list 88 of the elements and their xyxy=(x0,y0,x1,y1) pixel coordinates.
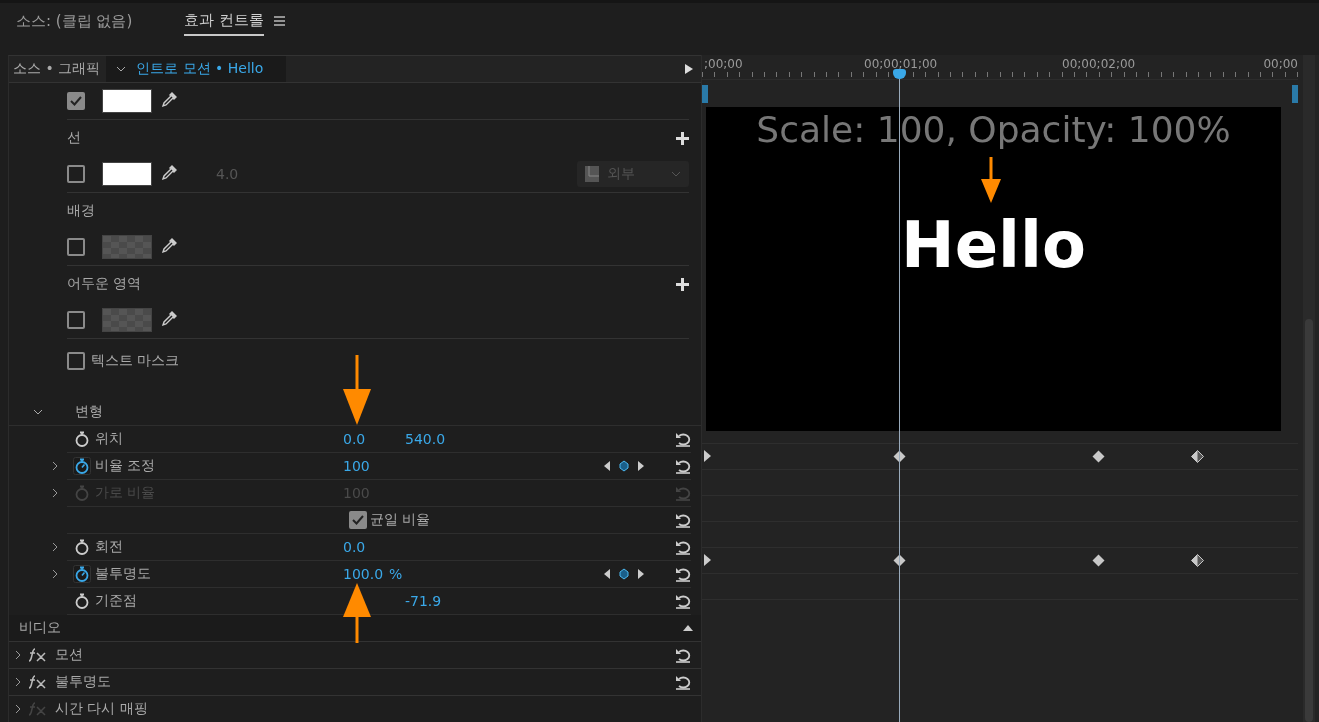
reset-icon[interactable] xyxy=(675,512,691,528)
expand-icon[interactable] xyxy=(15,704,21,714)
property-value[interactable]: 540.0 xyxy=(405,431,446,447)
section-label: 비디오 xyxy=(19,619,61,637)
checkbox[interactable] xyxy=(349,511,367,529)
reset-icon[interactable] xyxy=(675,647,691,663)
stopwatch-icon[interactable] xyxy=(73,565,91,583)
time-ruler[interactable]: ;00;00 00;00;01;00 00;00;02;00 00;00 xyxy=(702,55,1298,80)
checkbox[interactable] xyxy=(67,352,85,370)
fx-icon[interactable] xyxy=(29,675,47,689)
out-point-marker[interactable] xyxy=(1292,84,1298,103)
keyframe-icon[interactable] xyxy=(1092,450,1106,463)
property-value[interactable]: 100 xyxy=(343,458,370,474)
effect-name: 모션 xyxy=(55,646,83,664)
property-name: 기준점 xyxy=(95,592,138,610)
corner-icon xyxy=(585,166,599,182)
time-label: 00;00;01;00 xyxy=(864,57,938,71)
group-label: 변형 xyxy=(75,403,103,421)
reset-icon[interactable] xyxy=(675,593,691,609)
color-swatch[interactable] xyxy=(102,89,152,113)
panel-tab[interactable]: 소스: (클립 없음) xyxy=(16,6,133,35)
playhead-handle[interactable] xyxy=(892,69,906,79)
add-keyframe-icon[interactable] xyxy=(619,568,629,580)
reset-icon[interactable] xyxy=(675,674,691,690)
property-value[interactable]: 0.0 xyxy=(343,431,366,447)
reset-icon[interactable] xyxy=(675,431,691,447)
clip-dropdown[interactable]: 인트로 모션 • Hello xyxy=(106,56,287,82)
expand-icon[interactable] xyxy=(15,677,21,687)
play-icon[interactable] xyxy=(685,64,693,74)
scrollbar[interactable] xyxy=(1303,55,1315,722)
expand-icon[interactable] xyxy=(15,650,21,660)
property-name: 위치 xyxy=(95,430,124,448)
add-keyframe-icon[interactable] xyxy=(619,460,629,472)
expand-icon[interactable] xyxy=(51,569,59,579)
reset-icon[interactable] xyxy=(675,458,691,474)
stopwatch-icon[interactable] xyxy=(73,457,91,475)
color-swatch[interactable] xyxy=(102,308,152,332)
expand-icon[interactable] xyxy=(51,542,59,552)
keyframe-icon[interactable] xyxy=(1092,554,1106,567)
next-keyframe-icon[interactable] xyxy=(637,461,645,471)
effect-name: 시간 다시 매핑 xyxy=(55,700,148,718)
unit-label: % xyxy=(389,566,403,582)
reset-icon[interactable] xyxy=(675,539,691,555)
property-name: 불투명도 xyxy=(95,565,152,583)
stopwatch-icon[interactable] xyxy=(73,538,91,556)
time-label: 00;00 xyxy=(1263,57,1298,71)
reset-icon[interactable] xyxy=(675,566,691,582)
checkbox[interactable] xyxy=(67,92,85,110)
stopwatch-icon[interactable] xyxy=(73,430,91,448)
section-label: 배경 xyxy=(67,202,95,220)
title-text: Hello xyxy=(901,208,1086,282)
keyframe-icon[interactable] xyxy=(1190,554,1204,567)
add-icon[interactable] xyxy=(676,131,689,145)
checkbox-label: 균일 비율 xyxy=(370,511,431,529)
annotation-arrow xyxy=(979,157,1003,203)
chevron-icon xyxy=(671,171,681,177)
section-label: 선 xyxy=(67,129,81,147)
effect-name: 불투명도 xyxy=(55,673,111,691)
time-label: 00;00;02;00 xyxy=(1062,57,1136,71)
in-point-marker[interactable] xyxy=(702,84,708,103)
checkbox-label: 텍스트 마스크 xyxy=(91,352,180,370)
property-value[interactable]: 0.0 xyxy=(343,539,366,555)
checkbox[interactable] xyxy=(67,165,85,183)
property-value[interactable]: -71.9 xyxy=(405,593,442,609)
checkbox[interactable] xyxy=(67,238,85,256)
clip-name: 인트로 모션 • Hello xyxy=(136,60,264,78)
property-name: 비율 조정 xyxy=(95,457,157,475)
collapse-icon[interactable] xyxy=(683,625,693,631)
section-label: 어두운 영역 xyxy=(67,275,142,293)
color-swatch[interactable] xyxy=(102,235,152,259)
time-label: ;00;00 xyxy=(704,57,743,71)
checkbox[interactable] xyxy=(67,311,85,329)
keyframe-icon[interactable] xyxy=(1190,450,1204,463)
chevron-icon[interactable] xyxy=(33,407,43,417)
previous-keyframe-icon[interactable] xyxy=(603,461,611,471)
next-keyframe-icon[interactable] xyxy=(637,569,645,579)
source-label: 소스 • 그래픽 xyxy=(12,60,102,78)
previous-keyframe-icon[interactable] xyxy=(603,569,611,579)
menu-icon[interactable] xyxy=(274,15,286,26)
add-icon[interactable] xyxy=(676,277,689,291)
fx-icon[interactable] xyxy=(29,648,47,662)
panel-tab[interactable]: 효과 컨트롤 xyxy=(184,5,265,36)
property-name: 회전 xyxy=(95,538,124,556)
expand-icon[interactable] xyxy=(51,461,59,471)
color-swatch[interactable] xyxy=(102,162,152,186)
property-value[interactable]: 100.0 xyxy=(343,566,384,582)
chevron-icon xyxy=(116,66,127,72)
stopwatch-icon[interactable] xyxy=(73,592,91,610)
